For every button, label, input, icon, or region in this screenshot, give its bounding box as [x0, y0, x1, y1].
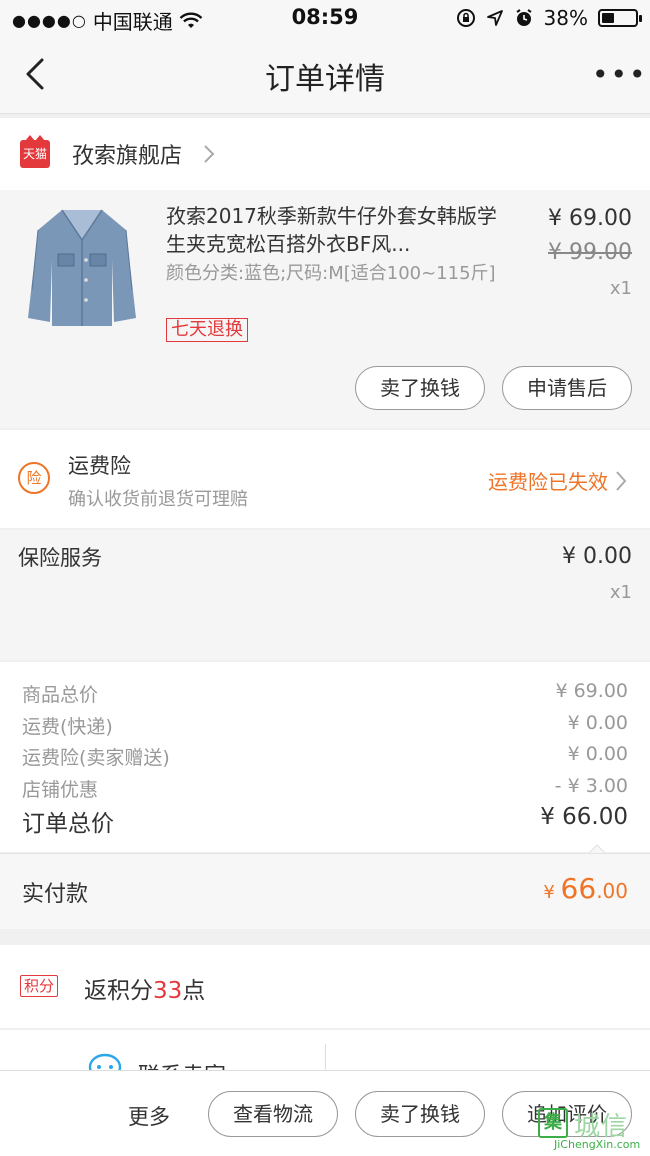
watermark-logo: 集 城信 JiChengXin.com — [530, 1098, 650, 1156]
watermark-box: 集 — [538, 1108, 568, 1138]
more-actions-button[interactable]: 更多 — [128, 1101, 170, 1131]
summary-label: 运费险(卖家赠送) — [22, 747, 170, 769]
summary-row: 店铺优惠 - ¥ 3.00 — [22, 775, 628, 805]
product-title[interactable]: 孜索2017秋季新款牛仔外套女韩版学生夹克宽松百搭外衣BF风... — [166, 202, 506, 258]
more-options-icon[interactable]: ••• — [592, 58, 646, 91]
points-row: 积分 返积分33点 — [0, 945, 650, 1029]
chevron-right-icon — [616, 471, 627, 491]
insurance-subtitle: 确认收货前退货可理赔 — [68, 489, 248, 510]
order-total-value: ¥ 66.00 — [540, 804, 628, 830]
return-policy-badge: 七天退换 — [166, 318, 248, 342]
points-number: 33 — [153, 978, 183, 1004]
insurance-status: 运费险已失效 — [488, 470, 608, 494]
summary-label: 运费(快递) — [22, 716, 113, 738]
product-spec: 颜色分类:蓝色;尺码:M[适合100~115斤] — [166, 263, 496, 284]
order-total-row: 订单总价 ¥ 66.00 — [22, 804, 628, 838]
service-quantity: x1 — [609, 582, 632, 603]
product-quantity: x1 — [609, 278, 632, 299]
summary-value: ¥ 0.00 — [567, 743, 628, 765]
contact-row: 联系卖家 — [0, 1030, 650, 1070]
resell-button[interactable]: 卖了换钱 — [355, 366, 485, 410]
paid-amount: ¥ 66.00 — [543, 872, 628, 905]
insurance-service-item: 保险服务 ¥ 0.00 x1 — [0, 530, 650, 660]
alarm-icon — [515, 9, 532, 26]
summary-row: 运费险(卖家赠送) ¥ 0.00 — [22, 743, 628, 773]
page-title: 订单详情 — [265, 62, 385, 97]
summary-row: 运费(快递) ¥ 0.00 — [22, 712, 628, 742]
rotation-lock-icon — [456, 9, 475, 27]
after-sales-button[interactable]: 申请售后 — [502, 366, 632, 410]
location-icon — [486, 10, 503, 26]
battery-icon — [598, 9, 642, 27]
chevron-right-icon — [204, 145, 215, 163]
battery-percent: 38% — [543, 6, 588, 30]
points-suffix: 点 — [182, 978, 206, 1004]
summary-row: 商品总价 ¥ 69.00 — [22, 680, 628, 710]
product-image[interactable] — [22, 200, 142, 330]
paid-integer: 66 — [560, 872, 597, 905]
price-summary: 商品总价 ¥ 69.00 运费(快递) ¥ 0.00 运费险(卖家赠送) ¥ 0… — [0, 662, 650, 856]
points-badge: 积分 — [20, 975, 59, 997]
summary-value: - ¥ 3.00 — [554, 775, 628, 797]
product-original-price: ¥ 99.00 — [548, 240, 632, 265]
contact-seller-link[interactable]: 联系卖家 — [138, 1058, 226, 1070]
status-right: 38% — [456, 6, 642, 30]
paid-currency: ¥ — [543, 882, 561, 903]
shop-row[interactable]: 天猫 孜索旗舰店 — [0, 118, 650, 190]
summary-value: ¥ 0.00 — [567, 712, 628, 734]
paid-decimal: .00 — [596, 879, 628, 903]
divider — [325, 1044, 326, 1070]
resell-bottom-button[interactable]: 卖了换钱 — [355, 1091, 485, 1137]
points-prefix: 返积分 — [84, 978, 153, 1004]
order-total-label: 订单总价 — [22, 811, 114, 837]
service-price: ¥ 0.00 — [562, 544, 632, 569]
summary-label: 店铺优惠 — [22, 779, 99, 801]
shipping-insurance-row[interactable]: 险 运费险 确认收货前退货可理赔 运费险已失效 — [0, 430, 650, 528]
tmall-logo-icon: 天猫 — [20, 135, 50, 168]
points-text: 返积分33点 — [84, 971, 205, 1005]
status-bar: ●●●●○ 中国联通 08:59 38% — [0, 0, 650, 36]
nav-bar: 订单详情 ••• — [0, 36, 650, 114]
paid-label: 实付款 — [22, 882, 89, 907]
chat-bubble-icon[interactable] — [88, 1052, 122, 1070]
paid-amount-row: 实付款 ¥ 66.00 — [0, 853, 650, 929]
insurance-icon: 险 — [18, 462, 50, 494]
watermark-url: JiChengXin.com — [554, 1138, 641, 1151]
summary-value: ¥ 69.00 — [555, 680, 628, 702]
order-item[interactable]: 孜索2017秋季新款牛仔外套女韩版学生夹克宽松百搭外衣BF风... 颜色分类:蓝… — [0, 190, 650, 428]
view-logistics-button[interactable]: 查看物流 — [208, 1091, 338, 1137]
summary-label: 商品总价 — [22, 684, 99, 706]
service-title: 保险服务 — [18, 546, 102, 570]
insurance-title: 运费险 — [68, 454, 131, 478]
battery-fill — [602, 13, 614, 23]
shop-name: 孜索旗舰店 — [72, 144, 183, 169]
product-price: ¥ 69.00 — [548, 206, 632, 231]
